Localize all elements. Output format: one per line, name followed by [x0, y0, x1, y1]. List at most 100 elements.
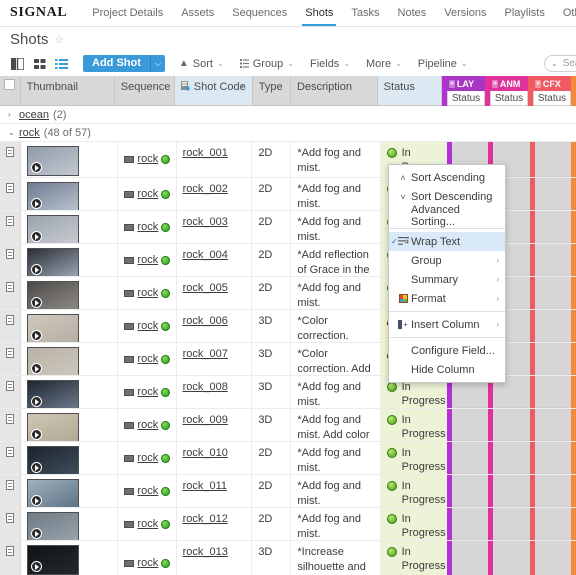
shot-code-link[interactable]: rock_010 — [183, 447, 228, 459]
row-gutter[interactable] — [0, 508, 22, 540]
note-icon[interactable] — [6, 249, 15, 259]
favorite-star-icon[interactable]: ☆ — [54, 33, 64, 46]
row-gutter[interactable] — [0, 475, 22, 507]
pipeline-cell-cfx[interactable] — [534, 211, 572, 243]
cell-description[interactable]: *Add fog and mist. — [291, 211, 381, 243]
cell-status[interactable]: In Progress — [380, 541, 447, 575]
group-name-rock[interactable]: rock — [19, 127, 40, 139]
menu-item-group[interactable]: Group › — [389, 251, 505, 270]
row-gutter[interactable] — [0, 343, 22, 375]
cell-shot-code[interactable]: rock_003 — [177, 211, 253, 243]
cell-sequence[interactable]: rock — [118, 541, 177, 575]
cell-type[interactable]: 2D — [252, 211, 292, 243]
group-twisty-rock-icon[interactable]: ⌄ — [8, 128, 19, 137]
chevron-down-icon[interactable]: ⌄ — [287, 59, 294, 68]
note-icon[interactable] — [6, 381, 15, 391]
note-icon[interactable] — [6, 546, 15, 556]
shot-code-link[interactable]: rock_012 — [183, 513, 228, 525]
chevron-down-icon[interactable]: ⌄ — [343, 59, 350, 68]
pipeline-column-lay[interactable]: » LAY Status — [447, 76, 485, 106]
cell-sequence[interactable]: rock — [118, 343, 177, 375]
thumbnail-image[interactable] — [27, 545, 80, 575]
cell-shot-code[interactable]: rock_012 — [177, 508, 253, 540]
cell-thumbnail[interactable] — [21, 211, 119, 243]
thumbnail-image[interactable] — [27, 380, 80, 408]
cell-type[interactable]: 3D — [252, 310, 292, 342]
cell-sequence[interactable]: rock — [118, 244, 177, 276]
thumbnail-image[interactable] — [27, 479, 80, 507]
cell-type[interactable]: 2D — [252, 508, 292, 540]
sequence-link[interactable]: rock — [137, 418, 158, 433]
nav-item-other[interactable]: Other ⌄ — [554, 0, 576, 26]
sequence-link[interactable]: rock — [137, 220, 158, 235]
menu-item-hide-column[interactable]: Hide Column — [389, 360, 505, 379]
cell-shot-code[interactable]: rock_005 — [177, 277, 253, 309]
pipeline-cell-cfx[interactable] — [534, 376, 572, 408]
column-header-shot-code[interactable]: Shot Code ˄ — [174, 76, 253, 105]
nav-item-playlists[interactable]: Playlists — [496, 0, 554, 26]
shot-code-link[interactable]: rock_005 — [183, 282, 228, 294]
note-icon[interactable] — [6, 480, 15, 490]
column-header-type[interactable]: Type — [252, 76, 291, 105]
cell-type[interactable]: 2D — [252, 475, 292, 507]
play-icon[interactable] — [31, 561, 43, 572]
nav-item-assets[interactable]: Assets — [172, 0, 223, 26]
note-icon[interactable] — [6, 183, 15, 193]
pipeline-cell-anm[interactable] — [493, 409, 530, 441]
cell-thumbnail[interactable] — [21, 142, 119, 177]
cell-shot-code[interactable]: rock_006 — [177, 310, 253, 342]
pipeline-cell-cfx[interactable] — [534, 475, 572, 507]
cell-thumbnail[interactable] — [21, 442, 119, 474]
cell-thumbnail[interactable] — [21, 409, 119, 441]
cell-description[interactable]: *Color correction. Add rock. — [291, 343, 381, 375]
shot-code-link[interactable]: rock_013 — [183, 546, 228, 558]
cell-type[interactable]: 3D — [252, 409, 292, 441]
cell-sequence[interactable]: rock — [118, 211, 177, 243]
add-shot-button[interactable]: Add Shot — [83, 55, 150, 72]
thumbnail-image[interactable] — [27, 512, 80, 540]
pipeline-cell-anm[interactable] — [493, 475, 530, 507]
row-gutter[interactable] — [0, 178, 22, 210]
group-name-ocean[interactable]: ocean — [19, 109, 49, 121]
nav-item-versions[interactable]: Versions — [435, 0, 495, 26]
cell-sequence[interactable]: rock — [118, 508, 177, 540]
cell-type[interactable]: 2D — [252, 142, 292, 177]
sequence-link[interactable]: rock — [137, 152, 158, 167]
table-row[interactable]: rock rock_013 3D *Increase silhouette an… — [0, 541, 576, 575]
nav-item-project-details[interactable]: Project Details — [83, 0, 172, 26]
table-row[interactable]: rock rock_010 2D *Add fog and mist. In P… — [0, 442, 576, 475]
play-icon[interactable] — [31, 528, 43, 539]
pipeline-cell-cfx[interactable] — [534, 409, 572, 441]
toolbar-sort-button[interactable]: ▲ Sort ⌄ — [171, 58, 232, 70]
search-box[interactable]: ⌄ Sea — [544, 55, 576, 72]
menu-item-format[interactable]: Format › — [389, 289, 505, 308]
pipeline-cell-cfx[interactable] — [534, 508, 572, 540]
nav-item-shots[interactable]: Shots — [296, 0, 342, 26]
cell-shot-code[interactable]: rock_013 — [177, 541, 253, 575]
thumbnail-image[interactable] — [27, 281, 80, 309]
cell-shot-code[interactable]: rock_009 — [177, 409, 253, 441]
pipeline-cell-cfx[interactable] — [534, 277, 572, 309]
cell-status[interactable]: In Progress — [380, 409, 447, 441]
group-twisty-ocean-icon[interactable]: › — [8, 110, 19, 119]
cell-thumbnail[interactable] — [21, 310, 119, 342]
cell-type[interactable]: 3D — [252, 376, 292, 408]
pipeline-cell-cfx[interactable] — [534, 541, 572, 575]
cell-type[interactable]: 2D — [252, 178, 292, 210]
cell-status[interactable]: In Progress — [380, 442, 447, 474]
cell-thumbnail[interactable] — [21, 178, 119, 210]
group-row-ocean[interactable]: › ocean (2) — [0, 106, 576, 124]
toolbar-fields-button[interactable]: Fields ⌄ — [302, 58, 358, 70]
table-row[interactable]: rock rock_011 2D *Add fog and mist. In P… — [0, 475, 576, 508]
cell-type[interactable]: 3D — [252, 343, 292, 375]
cell-thumbnail[interactable] — [21, 508, 119, 540]
thumbnail-image[interactable] — [27, 446, 80, 474]
cell-thumbnail[interactable] — [21, 475, 119, 507]
cell-type[interactable]: 3D — [252, 541, 292, 575]
play-icon[interactable] — [31, 198, 43, 209]
row-gutter[interactable] — [0, 442, 22, 474]
cell-sequence[interactable]: rock — [118, 409, 177, 441]
view-detail-icon[interactable] — [8, 56, 27, 72]
nav-item-tasks[interactable]: Tasks — [342, 0, 388, 26]
play-icon[interactable] — [31, 363, 43, 374]
